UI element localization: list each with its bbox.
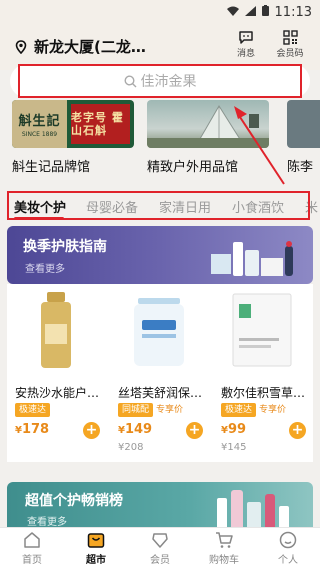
cart-icon xyxy=(216,532,233,548)
store-image xyxy=(287,100,320,148)
status-time: 11:13 xyxy=(274,4,312,20)
product-price: ¥178 xyxy=(15,422,50,437)
battery-icon xyxy=(261,5,269,19)
nav-supermarket[interactable]: 超市 xyxy=(71,531,121,566)
status-bar: 11:13 xyxy=(0,0,320,24)
promo-banner-skincare[interactable]: 换季护肤指南 查看更多 xyxy=(7,226,313,284)
nav-member[interactable]: 会员 xyxy=(135,531,185,566)
product-card[interactable]: 安热沙水能户… 极速达 ¥178 + xyxy=(7,284,105,462)
tab-active-indicator xyxy=(14,217,64,220)
nav-label: 会员 xyxy=(150,555,170,566)
tab-rice[interactable]: 米 xyxy=(305,197,318,216)
banner-more-link[interactable]: 查看更多 xyxy=(27,513,67,528)
location-selector[interactable]: 新龙大厦(二龙… xyxy=(14,36,146,57)
store-logo: 斛生記 SINCE 1889 老字号 霍山石斛 xyxy=(12,100,134,148)
store-name: 精致户外用品馆 xyxy=(147,160,239,175)
product-image xyxy=(134,298,184,366)
product-card[interactable]: 丝塔芙舒润保… 同城配 专享价 ¥149 ¥208 + xyxy=(110,284,208,462)
nav-label: 首页 xyxy=(22,555,42,566)
wifi-icon xyxy=(226,6,239,19)
product-name: 敷尔佳积雪草… xyxy=(221,386,306,400)
nav-label: 个人 xyxy=(278,555,298,566)
store-name: 陈李 xyxy=(287,160,314,175)
logo-brand-text: 老字号 霍山石斛 xyxy=(71,111,124,137)
qr-code-icon xyxy=(282,30,298,45)
nav-label: 购物车 xyxy=(209,555,239,566)
logo-main-text: 斛生記 xyxy=(18,114,61,129)
supermarket-icon xyxy=(87,533,105,548)
store-list: 斛生記 SINCE 1889 老字号 霍山石斛 斛生记品牌馆 精致户外用品馆 陈… xyxy=(0,100,320,184)
product-image xyxy=(41,292,71,368)
express-badge: 极速达 xyxy=(221,403,257,417)
signal-icon xyxy=(244,5,256,19)
nav-label: 超市 xyxy=(86,555,106,566)
product-price: ¥99 xyxy=(221,422,247,437)
home-icon xyxy=(24,532,40,548)
message-icon xyxy=(239,31,253,44)
nav-home[interactable]: 首页 xyxy=(7,531,57,566)
product-grid: 安热沙水能户… 极速达 ¥178 + 丝塔芙舒润保… 同城配 专享价 ¥149 … xyxy=(7,284,313,462)
product-name: 丝塔芙舒润保… xyxy=(118,386,203,400)
banner-title: 换季护肤指南 xyxy=(23,239,107,255)
personal-care-products-image xyxy=(217,490,289,530)
store-card[interactable]: 斛生記 SINCE 1889 老字号 霍山石斛 斛生记品牌馆 xyxy=(12,100,134,175)
product-image xyxy=(232,293,292,367)
tab-household[interactable]: 家清日用 xyxy=(159,197,211,216)
original-price: ¥145 xyxy=(221,442,247,453)
store-name: 斛生记品牌馆 xyxy=(12,160,91,175)
add-to-cart-button[interactable]: + xyxy=(186,422,203,439)
product-name: 安热沙水能户… xyxy=(15,386,100,400)
member-price-badge: 专享价 xyxy=(156,405,184,415)
location-pin-icon xyxy=(15,39,27,54)
search-highlight-frame[interactable]: 佳沛金果 xyxy=(18,64,302,98)
nav-cart[interactable]: 购物车 xyxy=(199,531,249,566)
product-card[interactable]: 敷尔佳积雪草… 极速达 专享价 ¥99 ¥145 + xyxy=(213,284,311,462)
original-price: ¥208 xyxy=(118,442,144,453)
product-price: ¥149 xyxy=(118,422,153,437)
message-label: 消息 xyxy=(236,49,255,59)
bottom-navigation: 首页 超市 会员 购物车 个人 xyxy=(0,527,320,569)
message-button[interactable]: 消息 xyxy=(228,30,264,59)
search-bar[interactable]: 佳沛金果 xyxy=(10,64,310,98)
skincare-products-image xyxy=(211,241,293,276)
member-icon xyxy=(152,533,168,548)
search-placeholder: 佳沛金果 xyxy=(140,74,197,90)
banner-title: 超值个护畅销榜 xyxy=(25,493,123,509)
member-code-label: 会员码 xyxy=(276,49,304,59)
banner-more-link[interactable]: 查看更多 xyxy=(25,260,65,275)
member-price-badge: 专享价 xyxy=(259,405,287,415)
location-name: 新龙大厦(二龙… xyxy=(34,38,146,56)
profile-icon xyxy=(279,531,297,549)
city-delivery-badge: 同城配 xyxy=(118,403,154,417)
tab-baby[interactable]: 母婴必备 xyxy=(86,197,138,216)
tab-beauty[interactable]: 美妆个护 xyxy=(14,197,66,216)
add-to-cart-button[interactable]: + xyxy=(289,422,306,439)
logo-since-text: SINCE 1889 xyxy=(21,131,58,138)
express-badge: 极速达 xyxy=(15,403,51,417)
search-icon xyxy=(123,74,136,87)
store-card[interactable]: 陈李 xyxy=(287,100,320,175)
add-to-cart-button[interactable]: + xyxy=(83,422,100,439)
tent-photo xyxy=(147,105,269,148)
store-image xyxy=(147,100,269,148)
member-code-button[interactable]: 会员码 xyxy=(272,30,308,59)
store-card[interactable]: 精致户外用品馆 xyxy=(147,100,269,175)
tab-snacks-drinks[interactable]: 小食酒饮 xyxy=(232,197,284,216)
promo-banner-bestsellers[interactable]: 超值个护畅销榜 查看更多 xyxy=(7,482,313,530)
nav-profile[interactable]: 个人 xyxy=(263,531,313,566)
